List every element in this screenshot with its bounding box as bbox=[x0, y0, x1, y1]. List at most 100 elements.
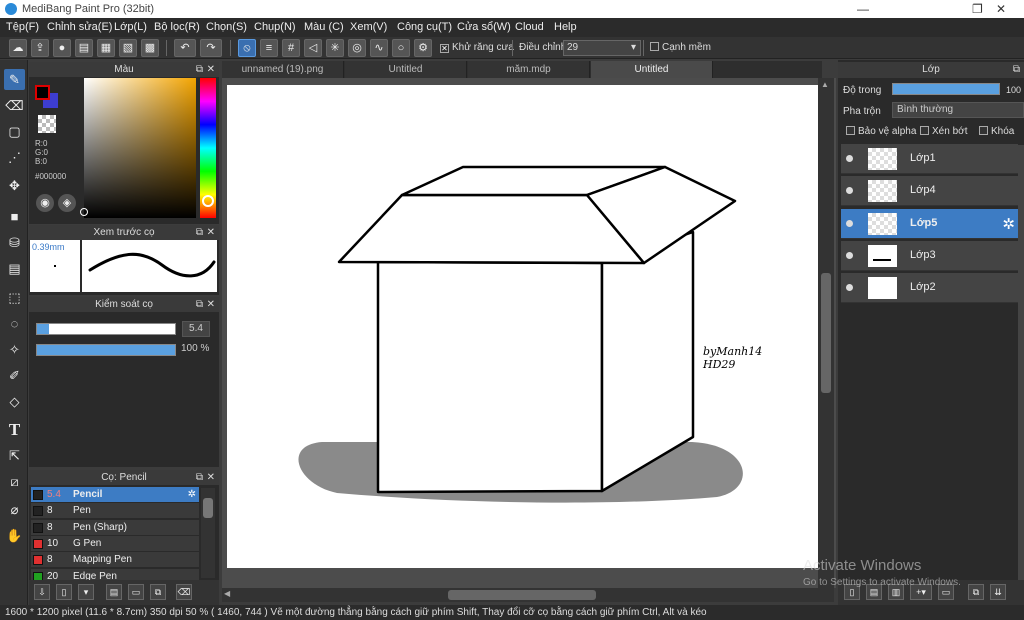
transparent-color-swatch[interactable] bbox=[38, 115, 56, 133]
text-tool-icon[interactable]: T bbox=[4, 419, 25, 440]
canvas-vertical-scrollbar[interactable]: ▲ bbox=[818, 78, 834, 588]
menu-filter[interactable]: Bộ lọc(R) bbox=[154, 21, 200, 33]
scroll-thumb[interactable] bbox=[203, 498, 213, 518]
tab-document[interactable]: unnamed (19).png bbox=[222, 61, 344, 78]
add-brush-icon[interactable]: ▾ bbox=[78, 584, 94, 600]
foreground-color-swatch[interactable] bbox=[35, 85, 50, 100]
menu-tools[interactable]: Công cụ(T) bbox=[397, 21, 452, 33]
layer-row[interactable]: Lớp2 bbox=[841, 273, 1018, 304]
select-eraser-tool-icon[interactable]: ◇ bbox=[4, 391, 25, 412]
close-icon[interactable]: ✕ bbox=[207, 297, 215, 312]
vanish-snap-icon[interactable]: ◁ bbox=[304, 39, 322, 57]
undo-icon[interactable]: ↶ bbox=[174, 39, 196, 57]
rect-tool-icon[interactable]: ▢ bbox=[4, 121, 25, 142]
brush-list-item[interactable]: 8 Mapping Pen bbox=[31, 552, 199, 569]
canvas-horizontal-scrollbar[interactable]: ◀ bbox=[222, 588, 834, 602]
lasso-tool-icon[interactable]: ◌ bbox=[4, 313, 25, 334]
clipping-toggle[interactable]: Xén bớt bbox=[920, 126, 967, 137]
brush-opacity-slider[interactable] bbox=[36, 344, 176, 356]
brush-size-slider[interactable] bbox=[36, 323, 176, 335]
scroll-left-icon[interactable]: ◀ bbox=[224, 589, 230, 598]
parallel-snap-icon[interactable]: ≡ bbox=[260, 39, 278, 57]
upload-icon[interactable]: ⇪ bbox=[31, 39, 49, 57]
brush-list-item[interactable]: 10 G Pen bbox=[31, 535, 199, 552]
folder-icon[interactable]: ▭ bbox=[128, 584, 144, 600]
close-icon[interactable]: ✕ bbox=[207, 225, 215, 240]
visibility-eye-icon[interactable] bbox=[846, 187, 853, 195]
brush-list-item[interactable]: 8 Pen bbox=[31, 503, 199, 520]
checkbox-icon[interactable] bbox=[920, 126, 929, 135]
scroll-up-icon[interactable]: ▲ bbox=[821, 80, 829, 89]
new-brush-icon[interactable]: ▯ bbox=[56, 584, 72, 600]
scroll-thumb[interactable] bbox=[821, 273, 831, 393]
eraser-tool-icon[interactable]: ⌫ bbox=[4, 95, 25, 116]
popout-icon[interactable]: ⧉ bbox=[196, 470, 203, 485]
brush-settings-icon[interactable]: ▤ bbox=[106, 584, 122, 600]
menu-file[interactable]: Tệp(F) bbox=[6, 21, 39, 33]
brush-list-item[interactable]: 8 Pen (Sharp) bbox=[31, 519, 199, 536]
comment-icon[interactable]: ● bbox=[53, 39, 71, 57]
frame-icon[interactable]: ▦ bbox=[97, 39, 115, 57]
layer-row[interactable]: Lớp3 bbox=[841, 240, 1018, 271]
curve-snap-icon[interactable]: ∿ bbox=[370, 39, 388, 57]
trash-icon[interactable]: ⌫ bbox=[176, 584, 192, 600]
blend-mode-select[interactable]: Bình thường bbox=[892, 102, 1024, 118]
duplicate-icon[interactable]: ⧉ bbox=[968, 584, 984, 600]
circle-snap-icon[interactable]: ◎ bbox=[348, 39, 366, 57]
grid-icon[interactable]: ▩ bbox=[141, 39, 159, 57]
brush-list-scrollbar[interactable] bbox=[201, 488, 215, 578]
soft-edge-toggle[interactable]: Cạnh mềm bbox=[650, 42, 711, 53]
popout-icon[interactable]: ⧉ bbox=[196, 297, 203, 312]
move-tool-icon[interactable]: ✥ bbox=[4, 175, 25, 196]
visibility-eye-icon[interactable] bbox=[846, 155, 853, 162]
menu-capture[interactable]: Chụp(N) bbox=[254, 21, 296, 33]
popout-icon[interactable]: ⧉ bbox=[1013, 62, 1020, 78]
visibility-eye-icon[interactable] bbox=[846, 284, 853, 292]
menu-help[interactable]: Help bbox=[554, 21, 577, 33]
snap-settings-icon[interactable]: ⚙ bbox=[414, 39, 432, 57]
protect-alpha-toggle[interactable]: Bảo vệ alpha bbox=[846, 126, 916, 137]
bucket-tool-icon[interactable]: ⛁ bbox=[4, 232, 25, 253]
tab-document[interactable]: măm.mdp bbox=[468, 61, 590, 78]
lock-toggle[interactable]: Khóa bbox=[979, 126, 1014, 137]
menu-layer[interactable]: Lớp(L) bbox=[114, 21, 147, 33]
redo-icon[interactable]: ↷ bbox=[200, 39, 222, 57]
palette-add-icon[interactable]: ◈ bbox=[58, 194, 76, 212]
popout-icon[interactable]: ⧉ bbox=[196, 225, 203, 240]
saturation-value-picker[interactable] bbox=[84, 78, 196, 218]
select-rect-tool-icon[interactable]: ⬚ bbox=[4, 287, 25, 308]
snap-off-icon[interactable]: ⦸ bbox=[238, 39, 256, 57]
close-icon[interactable]: ✕ bbox=[207, 470, 215, 485]
maximize-button[interactable]: ❐ bbox=[900, 0, 983, 18]
brush-tool-icon[interactable]: ✎ bbox=[4, 69, 25, 90]
fill-rect-tool-icon[interactable]: ■ bbox=[4, 206, 25, 227]
hand-tool-icon[interactable]: ✋ bbox=[4, 525, 25, 546]
operation-tool-icon[interactable]: ⇱ bbox=[4, 445, 25, 466]
menu-window[interactable]: Cửa sổ(W) bbox=[457, 21, 511, 33]
duplicate-icon[interactable]: ⧉ bbox=[150, 584, 166, 600]
panel-icon[interactable]: ▧ bbox=[119, 39, 137, 57]
radial-snap-icon[interactable]: ✳ bbox=[326, 39, 344, 57]
comic-icon[interactable]: ▤ bbox=[75, 39, 93, 57]
gear-icon[interactable]: ✲ bbox=[1002, 215, 1015, 233]
layer-row[interactable]: Lớp1 bbox=[841, 144, 1018, 174]
menu-view[interactable]: Xem(V) bbox=[350, 21, 387, 33]
brush-size-value[interactable]: 5.4 bbox=[182, 321, 210, 337]
ellipse-snap-icon[interactable]: ○ bbox=[392, 39, 410, 57]
scroll-thumb[interactable] bbox=[448, 590, 596, 600]
checkbox-icon[interactable] bbox=[846, 126, 855, 135]
brush-list-item[interactable]: 5.4 Pencil ✲ bbox=[31, 487, 199, 503]
hue-handle-icon[interactable] bbox=[202, 195, 214, 207]
soft-edge-checkbox-icon[interactable] bbox=[650, 42, 659, 51]
magic-wand-tool-icon[interactable]: ✧ bbox=[4, 339, 25, 360]
menu-select[interactable]: Chọn(S) bbox=[206, 21, 247, 33]
checkbox-icon[interactable] bbox=[979, 126, 988, 135]
cross-snap-icon[interactable]: # bbox=[282, 39, 300, 57]
dot-tool-icon[interactable]: ⋰ bbox=[4, 147, 25, 168]
cloud-icon[interactable]: ☁ bbox=[9, 39, 27, 57]
merge-icon[interactable]: ⇊ bbox=[990, 584, 1006, 600]
layer-row[interactable]: Lớp4 bbox=[841, 176, 1018, 207]
adjust-select[interactable]: 29 ▾ bbox=[563, 40, 641, 56]
gear-icon[interactable]: ✲ bbox=[188, 487, 196, 503]
tab-document[interactable]: Untitled bbox=[345, 61, 467, 78]
